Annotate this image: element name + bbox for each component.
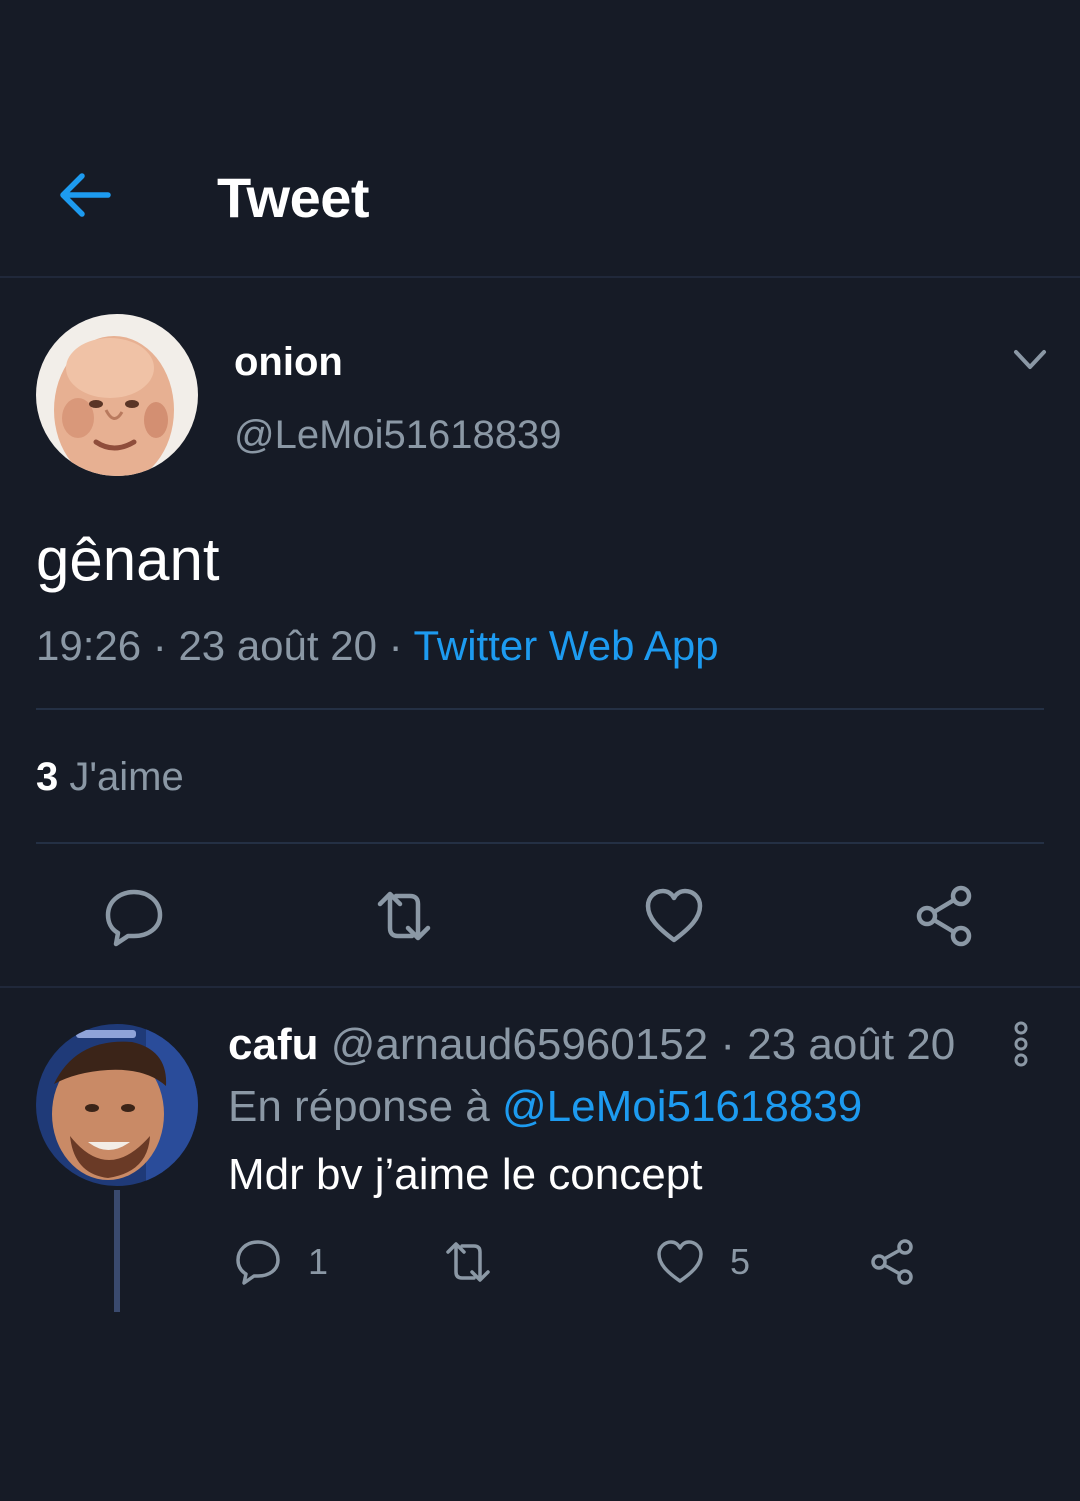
- like-button[interactable]: [640, 882, 708, 950]
- reply-retweet-button[interactable]: [442, 1236, 494, 1288]
- divider: [0, 986, 1080, 988]
- reply-avatar-image: [36, 1024, 198, 1186]
- author-display-name[interactable]: onion: [234, 338, 343, 386]
- reply-share-button[interactable]: [866, 1236, 918, 1288]
- tweet-time: 19:26: [36, 622, 142, 669]
- likes-count-link[interactable]: 3 J'aime: [36, 752, 184, 802]
- divider: [36, 708, 1044, 710]
- reply-text: Mdr bv j’aime le concept: [228, 1150, 703, 1199]
- more-vertical-icon: [1014, 1021, 1028, 1067]
- tweet-source-link[interactable]: Twitter Web App: [414, 622, 719, 669]
- reply-reply-button[interactable]: [232, 1236, 284, 1288]
- top-bar: Tweet: [0, 0, 1080, 276]
- replying-to-mention[interactable]: @LeMoi51618839: [502, 1082, 862, 1131]
- thread-line: [114, 1190, 120, 1312]
- retweet-icon: [377, 891, 431, 941]
- tweet-text: gênant: [36, 526, 220, 593]
- author-handle[interactable]: @LeMoi51618839: [234, 410, 562, 460]
- tweet-detail-screen: Tweet onion @LeMoi51618839 gênant 19:26 …: [0, 0, 1080, 1501]
- reply-date: 23 août 20: [747, 1020, 956, 1069]
- share-icon: [916, 885, 972, 947]
- reply-avatar[interactable]: [36, 1024, 198, 1186]
- heart-icon: [645, 888, 703, 943]
- tweet-metadata: 19:26 · 23 août 20 · Twitter Web App: [36, 620, 719, 672]
- meta-separator: ·: [141, 622, 179, 669]
- reply-display-name[interactable]: cafu: [228, 1020, 318, 1069]
- heart-icon: [657, 1240, 703, 1283]
- likes-count: 3: [36, 755, 59, 799]
- tweet-menu-button[interactable]: [1008, 340, 1052, 380]
- share-button[interactable]: [910, 882, 978, 950]
- replying-to: En réponse à @LeMoi51618839: [228, 1080, 862, 1134]
- reply-header: cafu @arnaud65960152 · 23 août 20: [228, 1018, 955, 1072]
- reply-icon: [105, 889, 163, 947]
- tweet-date: 23 août 20: [178, 622, 377, 669]
- replying-to-label: En réponse à: [228, 1082, 502, 1131]
- chevron-down-icon: [1014, 350, 1046, 369]
- reply-like-button[interactable]: [654, 1236, 706, 1288]
- meta-separator: ·: [708, 1020, 748, 1069]
- back-button[interactable]: [52, 166, 116, 224]
- reply-handle[interactable]: @arnaud65960152: [331, 1020, 708, 1069]
- divider: [36, 842, 1044, 844]
- header-divider: [0, 276, 1080, 278]
- avatar[interactable]: [36, 314, 198, 476]
- page-title: Tweet: [217, 166, 370, 229]
- retweet-button[interactable]: [370, 882, 438, 950]
- retweet-icon: [446, 1242, 490, 1282]
- reply-icon: [236, 1240, 280, 1285]
- share-icon: [871, 1239, 913, 1285]
- reply-menu-button[interactable]: [1004, 1018, 1038, 1070]
- reply-like-count: 5: [730, 1241, 751, 1282]
- arrow-left-icon: [60, 173, 111, 217]
- likes-label: J'aime: [58, 755, 184, 799]
- reply-reply-count: 1: [308, 1241, 329, 1282]
- meta-separator: ·: [376, 622, 414, 669]
- avatar-image: [36, 314, 198, 476]
- reply-button[interactable]: [100, 882, 168, 950]
